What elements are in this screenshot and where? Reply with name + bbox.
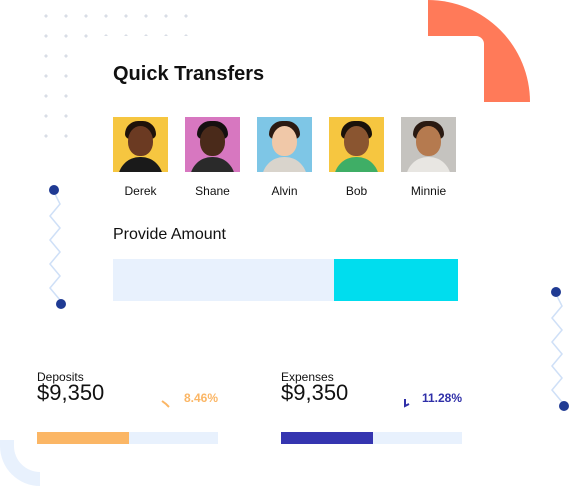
expenses-progress-bar <box>281 432 462 444</box>
contact-list: Derek Shane Alvin Bob Minnie <box>113 117 456 198</box>
zigzag-right-decoration <box>551 287 569 411</box>
trend-down-icon <box>404 399 410 408</box>
deposits-change: 8.46% <box>183 391 218 405</box>
provide-amount-label: Provide Amount <box>113 226 226 243</box>
contact-shane[interactable]: Shane <box>185 117 240 198</box>
contact-minnie[interactable]: Minnie <box>401 117 456 198</box>
deposits-progress-bar <box>37 432 218 444</box>
avatar[interactable] <box>401 117 456 172</box>
avatar[interactable] <box>185 117 240 172</box>
contact-name: Shane <box>195 184 230 198</box>
amount-slider-fill[interactable] <box>333 259 458 301</box>
quick-transfers-title: Quick Transfers <box>113 63 265 85</box>
zigzag-left-decoration <box>49 185 66 309</box>
deposits-progress-fill <box>37 432 130 444</box>
contact-derek[interactable]: Derek <box>113 117 168 198</box>
expenses-progress-fill <box>281 432 374 444</box>
corner-arc-decoration <box>0 440 40 486</box>
expenses-change: 11.28% <box>421 391 462 405</box>
contact-alvin[interactable]: Alvin <box>257 117 312 198</box>
avatar[interactable] <box>329 117 384 172</box>
contact-name: Derek <box>124 184 157 198</box>
contact-bob[interactable]: Bob <box>329 117 384 198</box>
contact-name: Minnie <box>410 184 447 198</box>
contact-name: Alvin <box>271 184 298 198</box>
contact-name: Bob <box>345 184 368 198</box>
avatar[interactable] <box>113 117 168 172</box>
trend-up-icon <box>161 400 170 408</box>
deposits-value: $9,350 <box>37 380 105 405</box>
amount-slider[interactable] <box>113 259 458 301</box>
expenses-stat: Expenses $9,350 11.28% <box>281 370 462 450</box>
deposits-stat: Deposits $9,350 8.46% <box>37 370 218 450</box>
expenses-value: $9,350 <box>281 380 349 405</box>
avatar[interactable] <box>257 117 312 172</box>
